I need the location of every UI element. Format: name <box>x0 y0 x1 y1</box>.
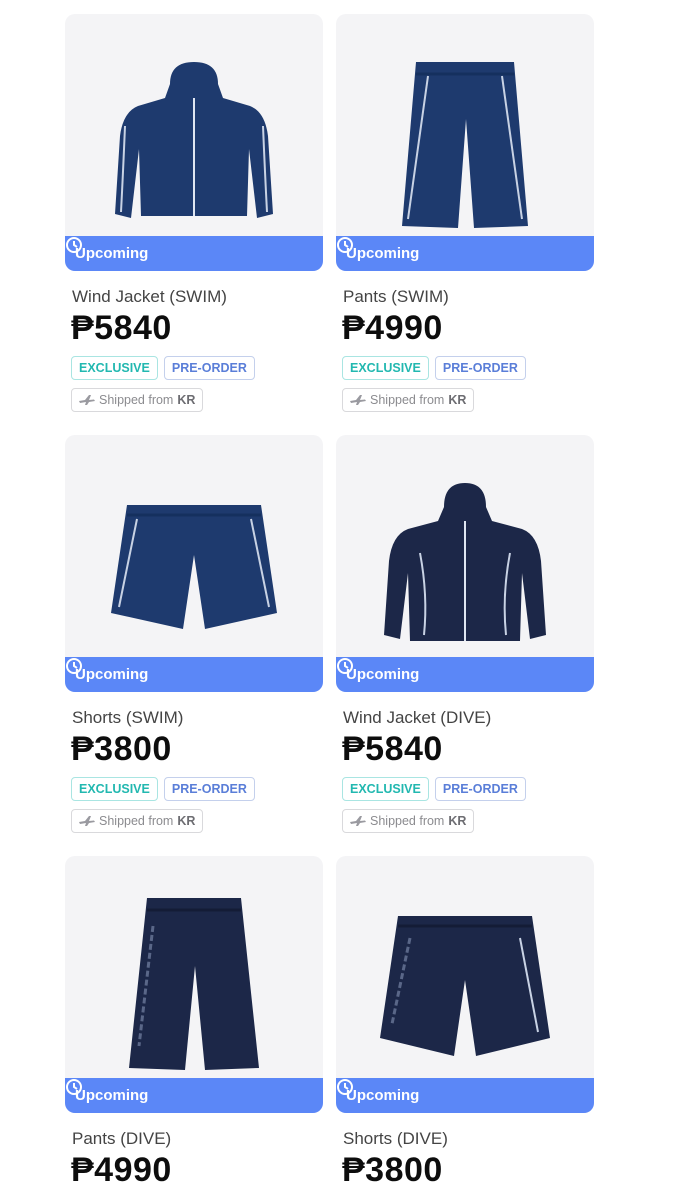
clock-icon <box>66 658 82 674</box>
shipped-origin: KR <box>448 814 467 828</box>
shipped-from-tag: Shipped from KR <box>342 388 475 412</box>
exclusive-badge: EXCLUSIVE <box>342 777 429 801</box>
shipped-prefix: Shipped from <box>99 393 174 407</box>
product-price: ₱4990 <box>71 1151 172 1189</box>
upcoming-label: Upcoming <box>75 1087 149 1104</box>
upcoming-banner: Upcoming <box>336 236 594 271</box>
upcoming-banner: Upcoming <box>65 236 323 271</box>
shipped-origin: KR <box>177 814 196 828</box>
upcoming-label: Upcoming <box>75 245 149 262</box>
clock-icon <box>337 1079 353 1095</box>
product-price: ₱5840 <box>342 730 443 768</box>
upcoming-banner: Upcoming <box>336 1078 594 1113</box>
badge-row: EXCLUSIVE PRE-ORDER <box>71 777 325 801</box>
product-name[interactable]: Pants (SWIM) <box>343 287 596 307</box>
product-price: ₱4990 <box>342 309 443 347</box>
preorder-badge: PRE-ORDER <box>434 777 526 801</box>
shipped-from-tag: Shipped from KR <box>71 388 204 412</box>
shipped-origin: KR <box>448 393 467 407</box>
product-price: ₱5840 <box>71 309 172 347</box>
shipped-prefix: Shipped from <box>370 814 445 828</box>
clock-icon <box>66 237 82 253</box>
airplane-icon <box>350 816 366 826</box>
upcoming-label: Upcoming <box>346 666 420 683</box>
badge-row: EXCLUSIVE PRE-ORDER <box>342 777 596 801</box>
product-card[interactable]: Upcoming Shorts (DIVE) ₱3800 <box>336 856 596 1190</box>
product-price: ₱3800 <box>71 730 172 768</box>
jacket-icon <box>115 62 273 218</box>
product-image[interactable]: Upcoming <box>65 435 323 692</box>
clock-icon <box>337 658 353 674</box>
product-grid: Upcoming Wind Jacket (SWIM) ₱5840 EXCLUS… <box>0 0 675 1200</box>
product-name[interactable]: Wind Jacket (DIVE) <box>343 708 596 728</box>
shipped-from-tag: Shipped from KR <box>71 809 204 833</box>
product-name[interactable]: Shorts (SWIM) <box>72 708 325 728</box>
product-name[interactable]: Wind Jacket (SWIM) <box>72 287 325 307</box>
airplane-icon <box>350 395 366 405</box>
product-name[interactable]: Pants (DIVE) <box>72 1129 325 1149</box>
upcoming-banner: Upcoming <box>65 657 323 692</box>
shipped-prefix: Shipped from <box>99 814 174 828</box>
product-card[interactable]: Upcoming Shorts (SWIM) ₱3800 EXCLUSIVE P… <box>65 435 325 833</box>
product-card[interactable]: Upcoming Pants (DIVE) ₱4990 <box>65 856 325 1190</box>
product-image[interactable]: Upcoming <box>65 856 323 1113</box>
product-image[interactable]: Upcoming <box>336 856 594 1113</box>
product-name[interactable]: Shorts (DIVE) <box>343 1129 596 1149</box>
upcoming-label: Upcoming <box>346 1087 420 1104</box>
badge-row: EXCLUSIVE PRE-ORDER <box>71 356 325 380</box>
clock-icon <box>337 237 353 253</box>
shorts-icon <box>380 916 550 1056</box>
product-image[interactable]: Upcoming <box>65 14 323 271</box>
airplane-icon <box>79 816 95 826</box>
clock-icon <box>66 1079 82 1095</box>
product-card[interactable]: Upcoming Wind Jacket (SWIM) ₱5840 EXCLUS… <box>65 14 325 412</box>
shipped-prefix: Shipped from <box>370 393 445 407</box>
upcoming-label: Upcoming <box>346 245 420 262</box>
upcoming-banner: Upcoming <box>65 1078 323 1113</box>
shorts-icon <box>111 505 277 629</box>
exclusive-badge: EXCLUSIVE <box>342 356 429 380</box>
product-card[interactable]: Upcoming Wind Jacket (DIVE) ₱5840 EXCLUS… <box>336 435 596 833</box>
product-card[interactable]: Upcoming Pants (SWIM) ₱4990 EXCLUSIVE PR… <box>336 14 596 412</box>
product-image[interactable]: Upcoming <box>336 14 594 271</box>
badge-row: EXCLUSIVE PRE-ORDER <box>342 356 596 380</box>
exclusive-badge: EXCLUSIVE <box>71 356 158 380</box>
upcoming-banner: Upcoming <box>336 657 594 692</box>
upcoming-label: Upcoming <box>75 666 149 683</box>
preorder-badge: PRE-ORDER <box>163 356 255 380</box>
exclusive-badge: EXCLUSIVE <box>71 777 158 801</box>
shipped-from-tag: Shipped from KR <box>342 809 475 833</box>
product-price: ₱3800 <box>342 1151 443 1189</box>
preorder-badge: PRE-ORDER <box>434 356 526 380</box>
preorder-badge: PRE-ORDER <box>163 777 255 801</box>
jacket-icon <box>384 483 546 641</box>
airplane-icon <box>79 395 95 405</box>
shipped-origin: KR <box>177 393 196 407</box>
product-image[interactable]: Upcoming <box>336 435 594 692</box>
pants-icon <box>402 62 528 228</box>
pants-icon <box>129 898 259 1070</box>
